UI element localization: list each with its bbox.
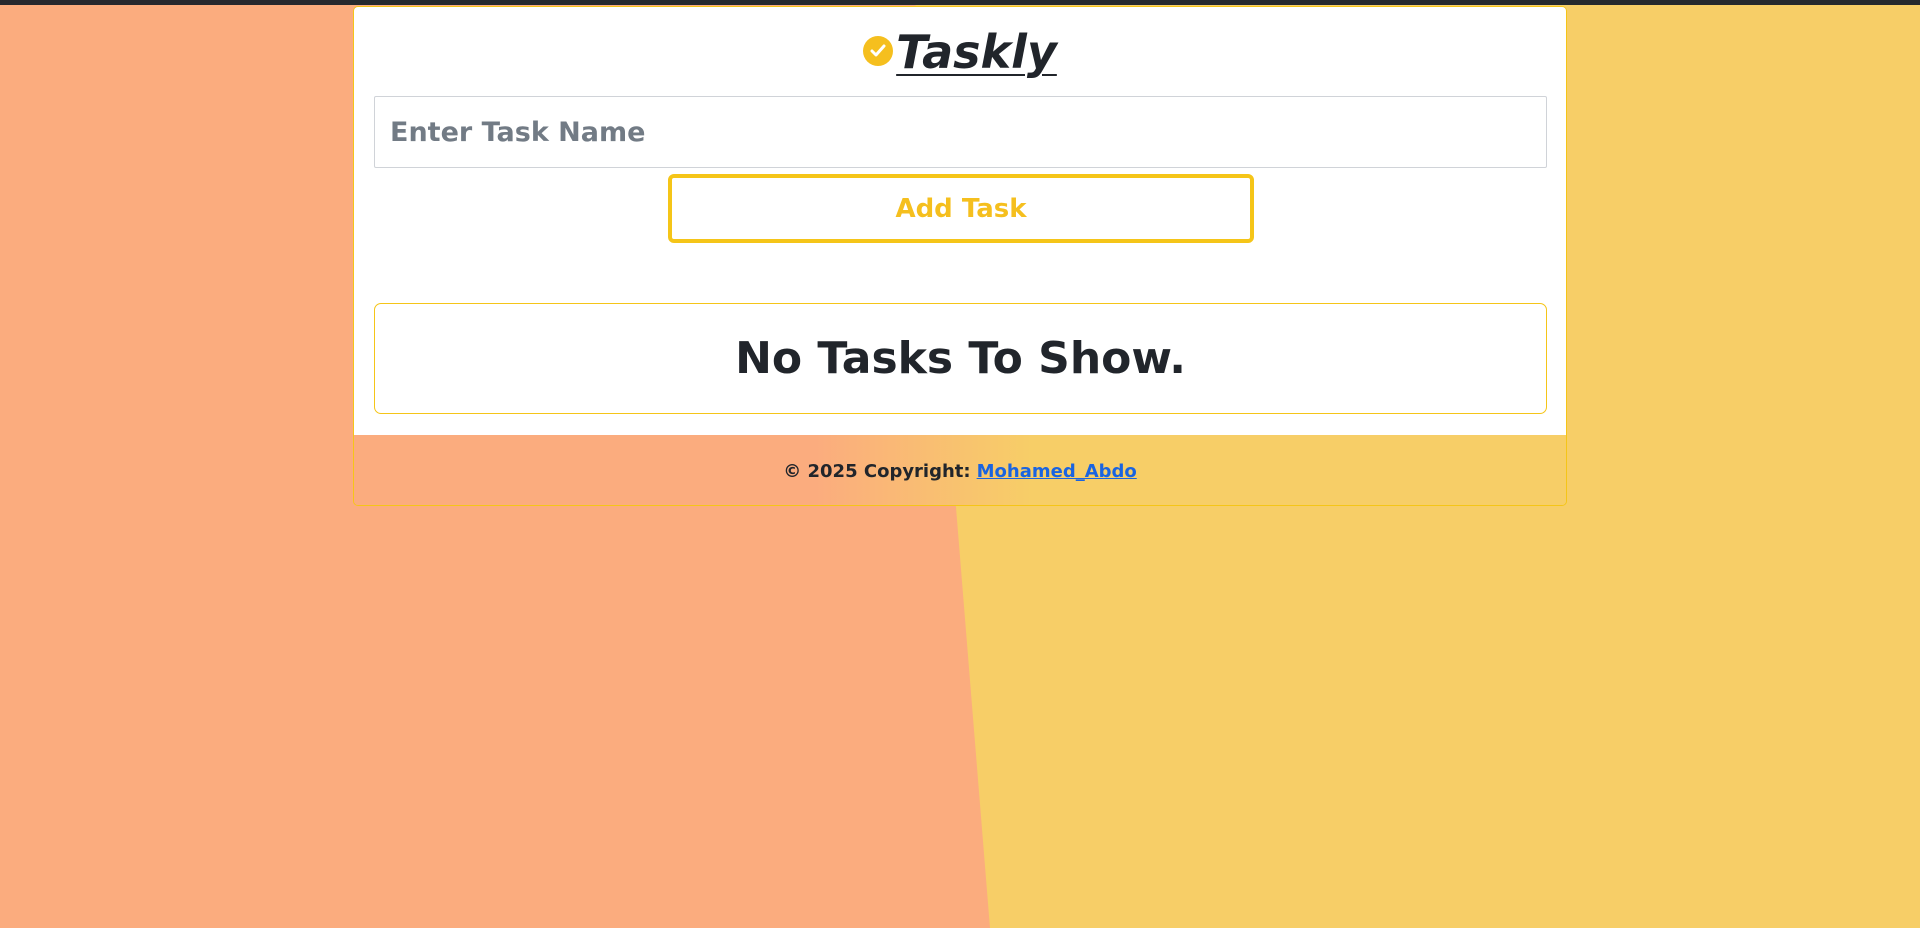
app-body: Taskly Add Task No Tasks To Show.	[354, 7, 1566, 435]
check-circle-icon	[863, 35, 894, 66]
footer: © 2025 Copyright: Mohamed_Abdo	[354, 435, 1566, 505]
browser-top-bar	[0, 0, 1920, 5]
author-link[interactable]: Mohamed_Abdo	[977, 461, 1137, 482]
tasks-list: No Tasks To Show.	[374, 303, 1547, 414]
task-name-input[interactable]	[374, 96, 1547, 168]
app-logo: Taskly	[354, 27, 1566, 78]
add-task-button[interactable]: Add Task	[668, 174, 1254, 243]
app-title: Taskly	[896, 25, 1057, 79]
app-card: Taskly Add Task No Tasks To Show. © 2025…	[353, 6, 1567, 506]
empty-tasks-message: No Tasks To Show.	[735, 333, 1186, 384]
copyright-text: © 2025 Copyright:	[783, 460, 971, 482]
